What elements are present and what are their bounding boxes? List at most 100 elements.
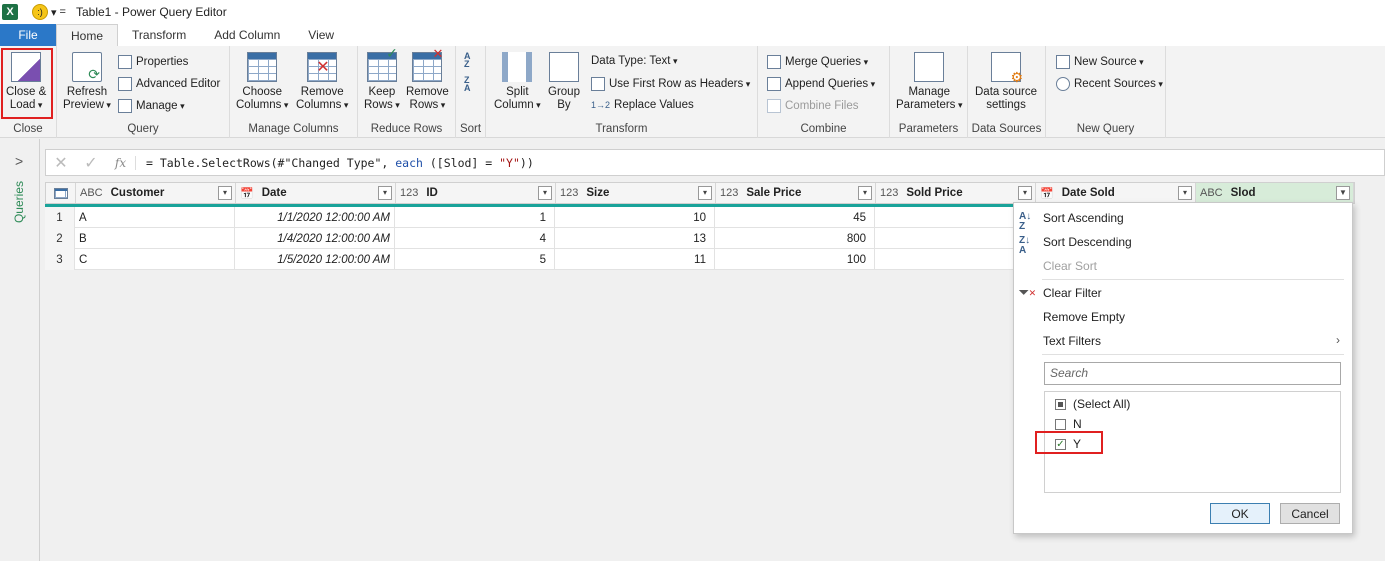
combine-files-button[interactable]: Combine Files <box>767 99 859 113</box>
new-source-button[interactable]: New Source <box>1056 55 1144 69</box>
smiley-icon[interactable]: :) <box>32 4 48 20</box>
type-number-icon[interactable]: 123 <box>880 187 898 199</box>
row-number[interactable]: 3 <box>45 249 75 270</box>
text-filters-item[interactable]: Text Filters <box>1043 334 1101 348</box>
cell-date[interactable]: 1/5/2020 12:00:00 AM <box>235 249 395 270</box>
type-number-icon[interactable]: 123 <box>400 187 418 199</box>
cell-sale-price[interactable]: 45 <box>715 207 875 228</box>
filter-search-input[interactable]: Search <box>1044 362 1341 385</box>
merge-queries-button[interactable]: Merge Queries <box>767 55 868 69</box>
type-date-icon[interactable]: 📅 <box>1040 187 1054 200</box>
table-menu-icon[interactable] <box>46 183 76 203</box>
option-select-all[interactable]: (Select All) <box>1055 397 1130 411</box>
remove-empty-item[interactable]: Remove Empty <box>1043 310 1125 324</box>
cell-id[interactable]: 1 <box>395 207 555 228</box>
cell-sale-price[interactable]: 100 <box>715 249 875 270</box>
sort-descending-item[interactable]: Sort Descending <box>1043 235 1132 249</box>
cell-date[interactable]: 1/4/2020 12:00:00 AM <box>235 228 395 249</box>
remove-columns-button[interactable]: ✕ Remove Columns <box>296 52 348 112</box>
column-header-date-sold[interactable]: 📅 Date Sold ▾ <box>1036 183 1196 203</box>
clear-sort-item[interactable]: Clear Sort <box>1043 259 1097 273</box>
sort-ascending-ribbon-button[interactable]: A Z <box>464 52 471 69</box>
ok-button[interactable]: OK <box>1210 503 1270 524</box>
filter-dropdown-icon[interactable]: ▾ <box>218 186 232 200</box>
recent-sources-button[interactable]: Recent Sources <box>1056 77 1163 91</box>
clear-filter-item[interactable]: Clear Filter <box>1043 286 1102 300</box>
qat-dropdown-icon[interactable]: ▾ <box>51 6 57 19</box>
type-text-icon[interactable]: ABC <box>80 187 103 199</box>
formula-string: "Y" <box>499 155 520 170</box>
advanced-editor-button[interactable]: Advanced Editor <box>118 77 220 91</box>
column-header-size[interactable]: 123 Size ▾ <box>556 183 716 203</box>
data-type-dropdown[interactable]: Data Type: Text <box>591 55 678 67</box>
formula-input[interactable]: = Table.SelectRows(#"Changed Type", each… <box>146 156 534 170</box>
tab-home[interactable]: Home <box>56 24 119 46</box>
cell-sold-price[interactable] <box>875 207 1035 228</box>
filter-dropdown-icon[interactable]: ▾ <box>698 186 712 200</box>
checkbox-partial[interactable] <box>1055 398 1066 410</box>
tab-add-column[interactable]: Add Column <box>200 24 294 46</box>
qat-customize-icon[interactable]: = <box>60 6 66 18</box>
keep-rows-button[interactable]: ✓ Keep Rows <box>364 46 400 112</box>
queries-label[interactable]: Queries <box>12 181 26 223</box>
data-source-settings-button[interactable]: ⚙ Data source settings <box>975 52 1037 112</box>
cell-id[interactable]: 4 <box>395 228 555 249</box>
choose-columns-button[interactable]: Choose Columns <box>236 52 288 112</box>
group-by-button[interactable]: Group By <box>548 52 580 112</box>
cell-date[interactable]: 1/1/2020 12:00:00 AM <box>235 207 395 228</box>
tab-view[interactable]: View <box>294 24 348 46</box>
use-first-row-headers-button[interactable]: Use First Row as Headers <box>591 77 750 91</box>
checkbox-unchecked[interactable] <box>1055 418 1066 430</box>
manage-button[interactable]: Manage <box>118 99 185 113</box>
type-text-icon[interactable]: ABC <box>1200 187 1223 199</box>
cell-size[interactable]: 13 <box>555 228 715 249</box>
type-number-icon[interactable]: 123 <box>720 187 738 199</box>
cell-customer[interactable]: C <box>75 249 235 270</box>
remove-rows-button[interactable]: ✕ Remove Rows <box>406 47 449 112</box>
excel-icon[interactable]: X <box>2 4 18 20</box>
append-queries-button[interactable]: Append Queries <box>767 77 875 91</box>
expand-queries-icon[interactable]: > <box>15 153 23 169</box>
sort-ascending-item[interactable]: Sort Ascending <box>1043 211 1124 225</box>
properties-button[interactable]: Properties <box>118 55 188 69</box>
submenu-arrow-icon: › <box>1336 333 1340 347</box>
filter-dropdown-icon[interactable]: ▾ <box>1018 186 1032 200</box>
split-column-button[interactable]: Split Column <box>494 52 541 112</box>
option-n[interactable]: N <box>1055 417 1082 431</box>
column-header-sale-price[interactable]: 123 Sale Price ▾ <box>716 183 876 203</box>
filter-active-icon[interactable]: ▼ <box>1336 186 1350 200</box>
replace-values-button[interactable]: 1→2 Replace Values <box>591 99 694 111</box>
filter-dropdown-icon[interactable]: ▾ <box>858 186 872 200</box>
row-number[interactable]: 2 <box>45 228 75 249</box>
type-date-icon[interactable]: 📅 <box>240 187 254 200</box>
sort-descending-ribbon-button[interactable]: Z A <box>464 76 471 93</box>
confirm-formula-icon[interactable]: ✓ <box>76 153 106 173</box>
combine-files-icon <box>767 99 781 113</box>
type-number-icon[interactable]: 123 <box>560 187 578 199</box>
filter-dropdown-icon[interactable]: ▾ <box>1178 186 1192 200</box>
column-header-sold-price[interactable]: 123 Sold Price ▾ <box>876 183 1036 203</box>
refresh-preview-button[interactable]: ⟳ Refresh Preview <box>63 52 111 112</box>
cell-customer[interactable]: A <box>75 207 235 228</box>
row-number[interactable]: 1 <box>45 207 75 228</box>
column-header-date[interactable]: 📅 Date ▾ <box>236 183 396 203</box>
cell-sale-price[interactable]: 800 <box>715 228 875 249</box>
cancel-formula-icon[interactable]: ✕ <box>46 153 76 173</box>
column-header-id[interactable]: 123 ID ▾ <box>396 183 556 203</box>
tab-file[interactable]: File <box>0 24 56 46</box>
cell-sold-price[interactable] <box>875 249 1035 270</box>
filter-dropdown-icon[interactable]: ▾ <box>538 186 552 200</box>
filter-dropdown-icon[interactable]: ▾ <box>378 186 392 200</box>
manage-parameters-button[interactable]: Manage Parameters <box>896 52 962 112</box>
column-header-slod[interactable]: ABC Slod ▼ <box>1196 183 1354 203</box>
fx-icon[interactable]: fx <box>106 155 136 170</box>
cell-id[interactable]: 5 <box>395 249 555 270</box>
column-header-customer[interactable]: ABC Customer ▾ <box>76 183 236 203</box>
cancel-button[interactable]: Cancel <box>1280 503 1340 524</box>
tab-transform[interactable]: Transform <box>118 24 200 46</box>
append-icon <box>767 77 781 91</box>
cell-sold-price[interactable] <box>875 228 1035 249</box>
cell-customer[interactable]: B <box>75 228 235 249</box>
cell-size[interactable]: 11 <box>555 249 715 270</box>
cell-size[interactable]: 10 <box>555 207 715 228</box>
